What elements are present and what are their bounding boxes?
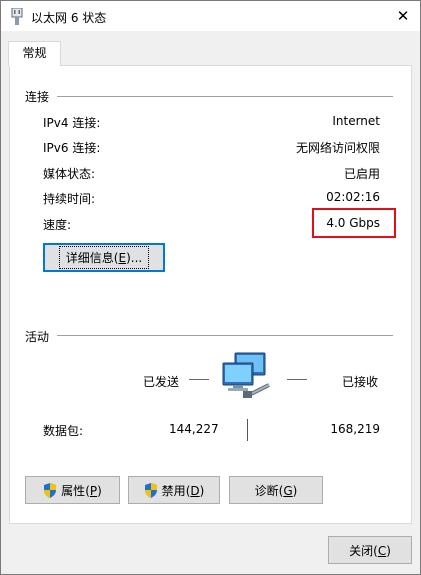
ipv6-label: IPv6 连接: — [43, 141, 101, 155]
received-dash — [287, 379, 307, 380]
shield-icon — [144, 482, 157, 498]
sent-label: 已发送 — [143, 375, 180, 389]
ethernet-icon — [11, 8, 23, 25]
media-state-label: 媒体状态: — [43, 167, 96, 181]
shield-icon — [44, 482, 57, 498]
diagnose-button-accel: G — [283, 483, 293, 498]
diagnose-button[interactable]: 诊断(G) — [229, 476, 323, 504]
media-state-value: 已启用 — [343, 167, 380, 181]
duration-value: 02:02:16 — [326, 190, 380, 204]
diagnose-button-label: 诊断 — [254, 483, 279, 498]
packets-separator — [247, 419, 248, 441]
ipv4-label: IPv4 连接: — [43, 116, 101, 130]
close-button[interactable]: 关闭(C) — [328, 536, 412, 564]
details-button-suffix: ... — [130, 251, 143, 265]
close-button-label: 关闭 — [349, 543, 374, 558]
packets-sent-value: 144,227 — [169, 422, 219, 436]
connection-divider — [57, 96, 393, 97]
activity-heading: 活动 — [25, 330, 50, 344]
title-bar: 以太网 6 状态 ✕ — [1, 1, 420, 31]
close-icon[interactable]: ✕ — [392, 5, 414, 27]
properties-button-accel: P — [89, 483, 98, 498]
details-button-label: 详细信息 — [65, 251, 114, 265]
window-title: 以太网 6 状态 — [31, 11, 107, 25]
disable-button-label: 禁用 — [161, 483, 186, 498]
packets-received-value: 168,219 — [330, 422, 380, 436]
details-button[interactable]: 详细信息(E)... — [43, 243, 165, 272]
activity-divider — [57, 335, 393, 336]
disable-button[interactable]: 禁用(D) — [128, 476, 220, 504]
close-button-accel: C — [377, 543, 387, 558]
network-computers-icon — [222, 352, 270, 398]
disable-button-accel: D — [190, 483, 200, 498]
status-dialog: 以太网 6 状态 ✕ 常规 连接 IPv4 连接: Internet IPv6 … — [0, 0, 421, 575]
properties-button-label: 属性 — [61, 483, 86, 498]
ipv6-value: 无网络访问权限 — [295, 141, 380, 155]
sent-dash — [189, 379, 209, 380]
speed-value: 4.0 Gbps — [326, 216, 380, 230]
received-label: 已接收 — [342, 375, 379, 389]
tab-general[interactable]: 常规 — [8, 41, 61, 66]
ipv4-value: Internet — [332, 114, 380, 128]
packets-label: 数据包: — [43, 424, 84, 438]
connection-heading: 连接 — [25, 90, 50, 104]
general-panel — [9, 65, 412, 524]
speed-label: 速度: — [43, 218, 72, 232]
details-button-accel: E — [118, 251, 127, 265]
duration-label: 持续时间: — [43, 192, 96, 206]
properties-button[interactable]: 属性(P) — [25, 476, 120, 504]
